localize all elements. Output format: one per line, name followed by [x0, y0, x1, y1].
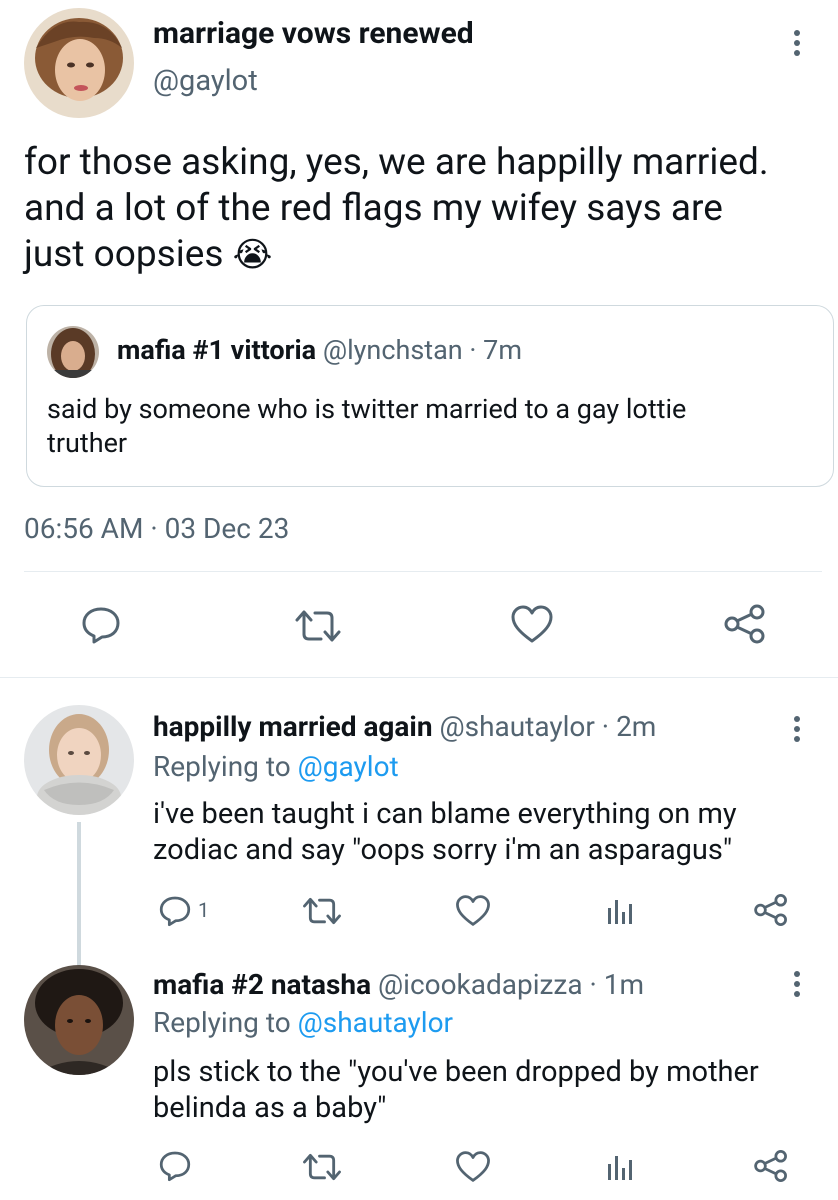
reply1-text-line2: zodiac and say "oops sorry i'm an aspara… — [153, 833, 733, 867]
share-icon[interactable] — [752, 1149, 790, 1183]
reply2-handle-time[interactable]: @icookadapizza · 1m — [378, 968, 644, 1001]
avatar-reply2[interactable] — [24, 965, 134, 1075]
reply2-text-line1: pls stick to the "you've been dropped by… — [153, 1055, 759, 1089]
quoted-display-name: mafia #1 vittoria — [117, 334, 317, 366]
main-tweet-text: for those asking, yes, we are happilly m… — [24, 140, 769, 278]
reply1-text-line1: i've been taught i can blame everything … — [153, 797, 737, 831]
quoted-handle-time: @lynchstan · 7m — [322, 334, 522, 366]
like-icon[interactable] — [455, 1150, 491, 1183]
reply2-header: mafia #2 natasha @icookadapizza · 1m — [153, 968, 644, 1001]
reply1-display-name[interactable]: happilly married again — [153, 710, 433, 743]
more-icon[interactable] — [793, 971, 801, 1001]
main-display-name[interactable]: marriage vows renewed — [153, 16, 474, 51]
quoted-text-line2: truther — [47, 427, 128, 459]
reply1-text: i've been taught i can blame everything … — [153, 796, 737, 868]
reply1-handle-time[interactable]: @shautaylor · 2m — [439, 710, 656, 743]
crying-emoji: 😭 — [232, 235, 273, 275]
avatar-main[interactable] — [24, 8, 134, 118]
analytics-icon[interactable] — [606, 895, 634, 925]
more-icon[interactable] — [793, 30, 801, 60]
quoted-text-line1: said by someone who is twitter married t… — [47, 393, 687, 425]
reply-count: 1 — [198, 898, 210, 922]
like-icon[interactable] — [510, 604, 554, 644]
quoted-header: mafia #1 vittoria @lynchstan · 7m — [117, 334, 522, 366]
main-text-line3-wrap: just oopsies 😭 — [24, 232, 769, 278]
reply-icon[interactable] — [158, 895, 192, 927]
avatar-quoted — [47, 326, 99, 378]
reply2-display-name[interactable]: mafia #2 natasha — [153, 968, 371, 1001]
main-handle[interactable]: @gaylot — [153, 64, 258, 98]
reply1-replying: Replying to @gaylot — [153, 750, 399, 783]
main-text-line3: just oopsies — [24, 233, 224, 276]
reply1-replying-link[interactable]: @gaylot — [298, 750, 399, 783]
retweet-icon[interactable] — [301, 1152, 343, 1182]
quoted-tweet[interactable]: mafia #1 vittoria @lynchstan · 7m said b… — [26, 305, 834, 487]
main-text-line1: for those asking, yes, we are happilly m… — [24, 141, 769, 184]
reply2-text-line2: belinda as a baby" — [153, 1091, 387, 1125]
retweet-icon[interactable] — [301, 896, 343, 926]
main-text-line2: and a lot of the red flags my wifey says… — [24, 187, 723, 230]
avatar-reply1[interactable] — [24, 705, 134, 815]
share-icon[interactable] — [722, 603, 768, 645]
reply2-replying: Replying to @shautaylor — [153, 1006, 453, 1039]
reply-icon[interactable] — [80, 606, 122, 644]
thread-line — [77, 822, 81, 967]
analytics-icon[interactable] — [606, 1151, 634, 1181]
divider-bottom — [0, 677, 838, 678]
reply-icon[interactable] — [158, 1150, 192, 1182]
like-icon[interactable] — [455, 894, 491, 927]
timestamp[interactable]: 06:56 AM · 03 Dec 23 — [24, 512, 289, 545]
share-icon[interactable] — [752, 893, 790, 927]
reply2-replying-prefix: Replying to — [153, 1006, 291, 1039]
reply2-replying-link[interactable]: @shautaylor — [298, 1006, 453, 1039]
reply1-header: happilly married again @shautaylor · 2m — [153, 710, 656, 743]
divider-top — [24, 571, 822, 572]
more-icon[interactable] — [793, 716, 801, 746]
reply2-text: pls stick to the "you've been dropped by… — [153, 1054, 759, 1126]
reply1-replying-prefix: Replying to — [153, 750, 291, 783]
retweet-icon[interactable] — [293, 608, 343, 644]
quoted-text: said by someone who is twitter married t… — [47, 392, 686, 460]
